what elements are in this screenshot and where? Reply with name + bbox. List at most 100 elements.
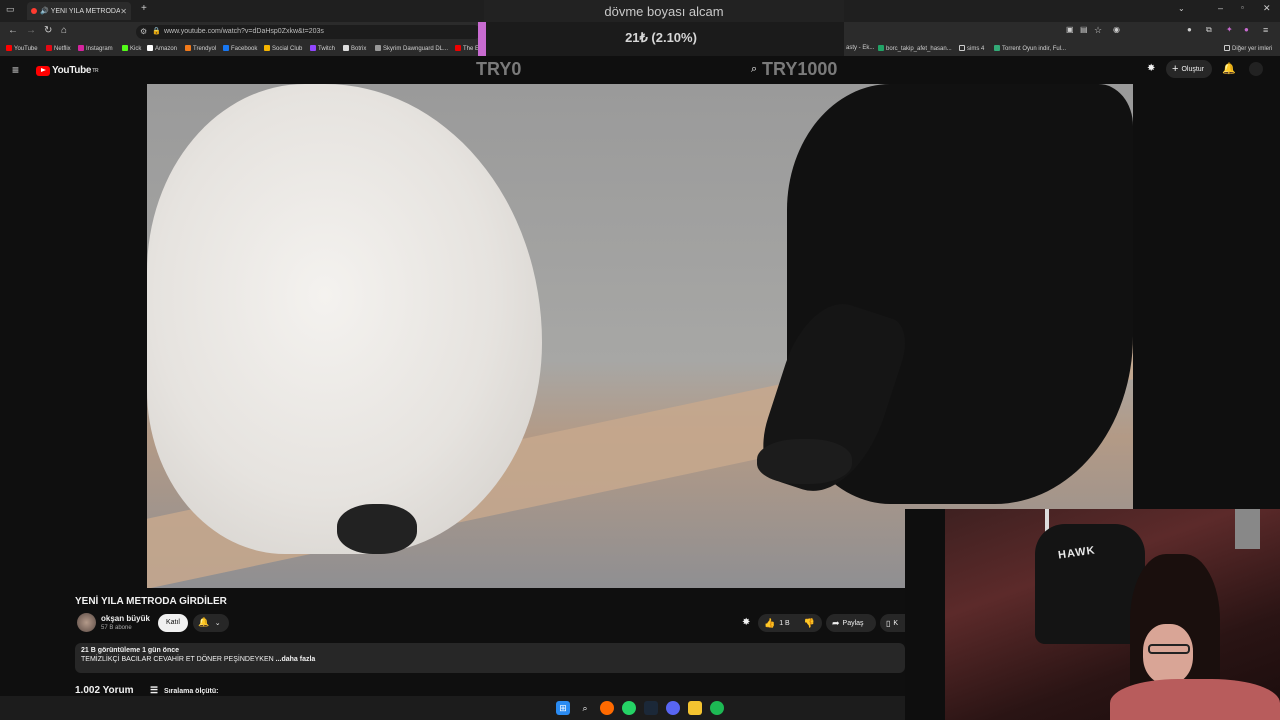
ai-ask-icon[interactable]: ✸ xyxy=(742,617,750,628)
bookmark-star-icon[interactable]: ☆ xyxy=(1094,25,1102,36)
search-icon[interactable]: ⌕ xyxy=(751,63,757,76)
windows-start-icon[interactable]: ⊞ xyxy=(556,701,570,715)
close-tab-icon[interactable]: ✕ xyxy=(120,7,127,16)
other-bookmarks-folder[interactable]: Diğer yer imleri xyxy=(1224,45,1272,52)
home-icon[interactable]: ⌂ xyxy=(61,25,67,36)
description-text: TEMİZLİKÇİ BACILAR CEVAHİR ET DÖNER PEŞİ… xyxy=(81,656,274,663)
sort-comments-button[interactable]: ☰ Sıralama ölçütü: xyxy=(150,685,219,696)
sort-icon: ☰ xyxy=(150,685,159,695)
screenshot-icon[interactable]: ▣ xyxy=(1066,25,1074,34)
webcam-window xyxy=(1235,509,1260,549)
webcam-overlay: HAWK xyxy=(905,509,1280,720)
back-icon[interactable]: ← xyxy=(8,25,18,36)
notifications-bell-icon[interactable]: 🔔 xyxy=(1222,62,1236,75)
streamer-face xyxy=(1143,624,1193,684)
youtube-play-icon xyxy=(36,65,50,76)
url-text: www.youtube.com/watch?v=dDaHsp0Zxkw&t=20… xyxy=(164,28,324,35)
video-shoe xyxy=(337,504,417,554)
dislike-icon[interactable]: 👎 xyxy=(804,618,815,629)
join-button[interactable]: Katıl xyxy=(158,614,188,632)
chevron-down-icon: ⌄ xyxy=(214,620,221,627)
ai-sparkle-icon[interactable]: ✸ xyxy=(1147,63,1155,74)
spotify-icon[interactable] xyxy=(710,701,724,715)
video-shoe xyxy=(757,439,852,484)
show-more-link[interactable]: ...daha fazla xyxy=(276,656,316,663)
extension-icon[interactable]: ✦ xyxy=(1226,25,1233,34)
bookmark-item[interactable]: Torrent Oyun indir, Ful... xyxy=(994,45,1066,52)
bookmark-item[interactable]: Twitch xyxy=(310,45,335,52)
address-bar[interactable]: ⚙ 🔒 www.youtube.com/watch?v=dDaHsp0Zxkw&… xyxy=(136,25,481,39)
youtube-favicon-icon xyxy=(31,8,37,14)
whatsapp-icon[interactable] xyxy=(622,701,636,715)
bookmark-item[interactable]: YouTube xyxy=(6,45,38,52)
menu-icon[interactable]: ≡ xyxy=(1263,25,1268,35)
reader-icon[interactable]: ▤ xyxy=(1080,25,1088,34)
streamer-body xyxy=(1110,679,1280,720)
channel-avatar[interactable] xyxy=(77,613,96,632)
bell-icon: 🔔 xyxy=(198,617,210,627)
lock-icon: 🔒 xyxy=(152,28,161,35)
file-explorer-icon[interactable] xyxy=(688,701,702,715)
speaker-icon[interactable]: 🔊 xyxy=(40,7,49,15)
save-icon: ▯ xyxy=(886,618,891,628)
comments-count: 1.002 Yorum xyxy=(75,685,134,696)
bookmark-item[interactable]: asty - Ek... xyxy=(846,45,874,51)
firefox-icon[interactable] xyxy=(600,701,614,715)
video-title: YENİ YILA METRODA GİRDİLER xyxy=(75,596,227,607)
discord-icon[interactable] xyxy=(666,701,680,715)
bookmark-item[interactable]: Botrix xyxy=(343,45,366,52)
subscription-bell-button[interactable]: 🔔 ⌄ xyxy=(193,614,229,632)
views-and-date: 21 B görüntüleme 1 gün önce xyxy=(81,647,180,654)
user-avatar[interactable] xyxy=(1249,62,1263,76)
create-button[interactable]: + Oluştur xyxy=(1166,60,1212,78)
steam-icon[interactable] xyxy=(644,701,658,715)
profile-icon[interactable]: ● xyxy=(1244,25,1249,34)
bookmark-item[interactable]: borc_takip_afet_hasan... xyxy=(878,45,952,52)
bookmark-item[interactable]: Social Club xyxy=(264,45,302,52)
restore-icon[interactable]: ▫ xyxy=(1241,3,1244,12)
save-button[interactable]: ▯ K xyxy=(880,614,905,632)
hamburger-menu-icon[interactable]: ≡ xyxy=(12,63,19,77)
like-icon[interactable]: 👍 xyxy=(764,618,775,629)
taskbar-search-icon[interactable]: ⌕ xyxy=(578,701,592,715)
streamer-glasses xyxy=(1148,644,1190,654)
site-info-icon[interactable]: ⚙ xyxy=(140,27,147,36)
like-count[interactable]: 1 B xyxy=(779,620,790,627)
close-window-icon[interactable]: ✕ xyxy=(1263,3,1271,14)
donation-goal-amount: 21₺ (2.10%) xyxy=(625,30,697,45)
bookmark-folder[interactable]: sims 4 xyxy=(959,45,984,52)
like-dislike-group: 👍 1 B 👎 xyxy=(758,614,822,632)
youtube-logo[interactable]: YouTube TR xyxy=(36,65,99,76)
donation-goal-bar: 21₺ (2.10%) xyxy=(478,22,844,56)
bookmark-item[interactable]: Trendyol xyxy=(185,45,216,52)
bookmark-item[interactable]: Facebook xyxy=(223,45,257,52)
bookmark-item[interactable]: Netflix xyxy=(46,45,71,52)
bookmark-item[interactable]: Skyrim Dawnguard DL... xyxy=(375,45,448,52)
bookmark-item[interactable]: The E xyxy=(455,45,479,52)
subscriber-count: 57 B abone xyxy=(101,625,132,631)
goal-max-label: TRY1000 xyxy=(762,59,838,79)
minimize-icon[interactable]: – xyxy=(1218,3,1223,13)
webcam-wall xyxy=(905,509,945,720)
share-icon: ➦ xyxy=(832,617,840,628)
chevron-down-icon[interactable]: ⌄ xyxy=(1178,4,1185,13)
channel-name[interactable]: okşan büyük xyxy=(101,614,150,623)
bookmark-item[interactable]: Kick xyxy=(122,45,141,52)
forward-icon[interactable]: → xyxy=(26,25,36,36)
browser-tab[interactable]: 🔊 YENİ YILA METRODA GİRDİ ✕ xyxy=(27,2,131,20)
extensions-icon[interactable]: ⧉ xyxy=(1206,25,1212,35)
plus-icon: + xyxy=(1172,63,1179,75)
donation-goal-title: dövme boyası alcam xyxy=(484,0,844,22)
account-icon[interactable]: ● xyxy=(1187,25,1192,34)
goal-min-label: TRY0 xyxy=(476,59,522,79)
camera-icon[interactable]: ◉ xyxy=(1113,25,1120,34)
new-tab-icon[interactable]: + xyxy=(141,3,147,14)
bookmark-item[interactable]: Instagram xyxy=(78,45,113,52)
bookmark-item[interactable]: Amazon xyxy=(147,45,177,52)
windows-taskbar: ⊞ ⌕ xyxy=(0,696,905,720)
share-button[interactable]: ➦ Paylaş xyxy=(826,614,876,632)
gaming-chair xyxy=(1035,524,1145,644)
tab-list-icon[interactable]: ▭ xyxy=(6,4,15,15)
description-box[interactable]: 21 B görüntüleme 1 gün önce TEMİZLİKÇİ B… xyxy=(75,643,905,673)
reload-icon[interactable]: ↻ xyxy=(44,25,52,36)
